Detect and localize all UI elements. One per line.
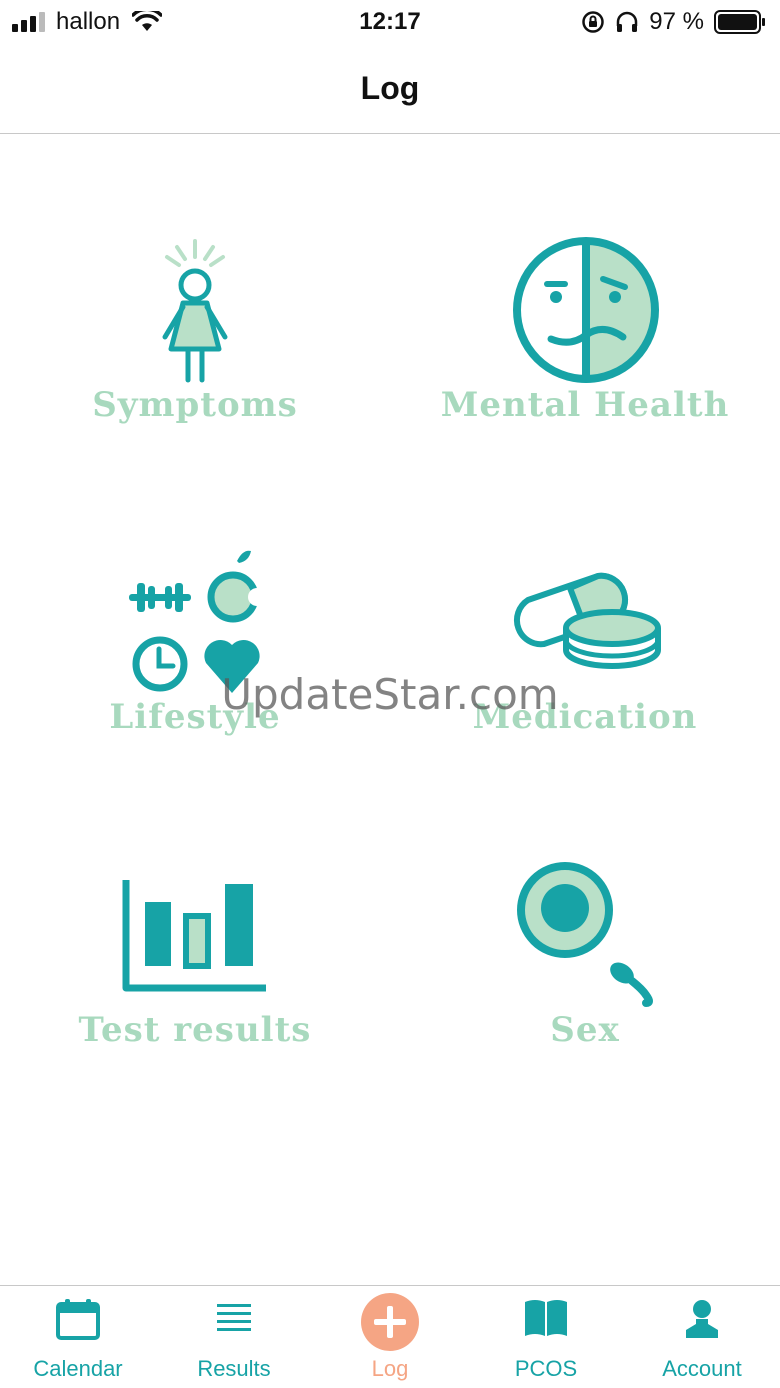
battery-percentage: 97 % <box>649 8 704 35</box>
tab-label-account: Account <box>662 1356 742 1381</box>
tile-label-symptoms: Symptoms <box>92 385 298 425</box>
plus-circle-icon <box>361 1293 419 1351</box>
dumbbell-icon <box>129 583 191 612</box>
apple-icon <box>207 550 265 623</box>
log-tile-symptoms[interactable]: Symptoms <box>0 225 390 525</box>
headphones-icon <box>617 11 638 32</box>
book-icon <box>525 1300 567 1336</box>
tab-bar: Calendar Results Log PCOS Account <box>0 1285 780 1388</box>
tab-label-calendar: Calendar <box>33 1356 123 1381</box>
rotation-lock-icon <box>582 11 605 33</box>
watermark: UpdateStar.com <box>221 670 559 719</box>
log-tile-test-results[interactable]: Test results <box>0 870 390 1170</box>
tab-results[interactable]: Results <box>156 1286 312 1388</box>
split-face-icon <box>513 237 659 383</box>
tab-log[interactable]: Log <box>312 1286 468 1388</box>
status-bar: hallon 12:17 97 % <box>0 0 780 44</box>
navigation-bar: Log <box>0 44 780 134</box>
person-icon <box>162 239 228 383</box>
tile-label-sex: Sex <box>550 1010 620 1050</box>
page-title: Log <box>360 70 420 106</box>
tab-label-pcos: PCOS <box>514 1356 578 1381</box>
tile-label-test-results: Test results <box>78 1010 312 1050</box>
list-icon <box>217 1304 251 1331</box>
egg-sperm-icon <box>517 862 653 1007</box>
battery-icon <box>714 10 765 34</box>
person-icon <box>686 1300 718 1338</box>
tile-label-mental-health: Mental Health <box>440 385 730 425</box>
tab-pcos[interactable]: PCOS <box>468 1286 624 1388</box>
tab-label-results: Results <box>197 1356 271 1381</box>
log-tile-sex[interactable]: Sex <box>390 855 780 1155</box>
log-tile-mental-health[interactable]: Mental Health <box>390 225 780 525</box>
tab-calendar[interactable]: Calendar <box>0 1286 156 1388</box>
calendar-icon <box>56 1299 100 1340</box>
bar-chart-icon <box>122 880 266 992</box>
tab-account[interactable]: Account <box>624 1286 780 1388</box>
status-right: 97 % <box>581 6 766 38</box>
tab-label-log: Log <box>371 1356 409 1381</box>
